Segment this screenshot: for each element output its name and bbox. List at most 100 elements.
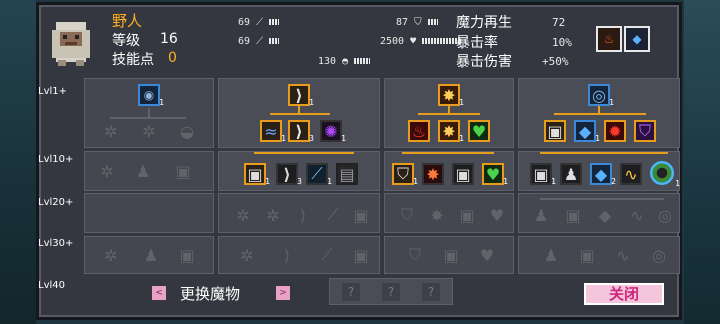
armor-skill-icon[interactable]: ▣ 1 xyxy=(244,163,270,186)
close-button[interactable]: 关闭 xyxy=(584,283,664,305)
locked-skill-icon: ♟ xyxy=(540,244,562,266)
heart-icon: ♥ xyxy=(479,245,495,265)
zigzag-icon: ∿ xyxy=(624,164,638,184)
locked-skill-icon: ▣ xyxy=(350,204,372,226)
flame-icon: ♨ xyxy=(603,32,615,46)
health-value: 2500 xyxy=(380,36,405,47)
crowd-icon: ♟ xyxy=(143,245,159,265)
boot-icon: ◓ xyxy=(342,56,349,67)
change-monster-button[interactable]: < 更换魔物 > xyxy=(150,283,292,303)
slash-skill-icon[interactable]: ⟩ 1 xyxy=(288,84,314,107)
unknown-slots: ? ? ? xyxy=(329,278,453,305)
attack-bar xyxy=(269,19,280,25)
explosion-icon: ✸ xyxy=(430,205,444,225)
shock-skill-icon[interactable]: ∿ xyxy=(620,163,642,185)
claw-slash-icon: ⟩ xyxy=(283,164,291,184)
locked-skill-icon: ♟ xyxy=(530,204,552,226)
aegis-skill-icon[interactable]: ⛉ xyxy=(634,120,656,142)
fist-icon: ▣ xyxy=(247,164,263,184)
level-label: 等级 xyxy=(112,33,140,49)
yeti-portrait-icon xyxy=(52,22,90,66)
fire-skill-icon[interactable]: ♨ xyxy=(408,120,430,142)
health-bar xyxy=(422,38,461,44)
fire-buff-icon[interactable]: ♨ xyxy=(596,26,622,52)
burst-icon: ✹ xyxy=(608,121,622,141)
bulwark-skill-icon[interactable]: ▣ 1 xyxy=(530,163,556,186)
explosion-icon: ✸ xyxy=(426,164,440,184)
locked-skill-icon: ▣ xyxy=(172,160,194,182)
locked-skill-icon: ▣ xyxy=(456,204,478,226)
level-label-20: Lvl20+ xyxy=(38,197,74,208)
locked-skill-icon: ⟩ xyxy=(276,244,298,266)
heal-skill-icon[interactable]: ♥ xyxy=(468,120,490,142)
crit-rate-label: 暴击率 xyxy=(456,35,498,51)
vortex-skill-icon[interactable]: ✺ 1 xyxy=(320,120,346,143)
water-buff-icon[interactable]: ◆ xyxy=(624,26,650,52)
locked-skill-icon: ♥ xyxy=(476,244,498,266)
claw-slash-icon: ⟩ xyxy=(299,205,307,225)
spear-icon: ⟋ xyxy=(321,245,333,264)
guard-skill-icon[interactable]: ⛉ 1 xyxy=(392,163,418,186)
burst-skill-icon[interactable]: ✸ 1 xyxy=(438,84,464,107)
armor-bar xyxy=(427,19,438,25)
vortex-skill-icon[interactable]: 1 xyxy=(650,161,680,188)
zigzag-icon: ∿ xyxy=(630,205,644,225)
crystal-icon: ◆ xyxy=(598,205,612,225)
fist-icon: ▣ xyxy=(565,205,581,225)
armor-value: 87 xyxy=(396,17,409,28)
mana-regen-label: 魔力再生 xyxy=(456,15,512,31)
fist-icon: ▣ xyxy=(353,245,369,265)
armor-stat: 87 ⛉ xyxy=(396,17,438,28)
flame-icon: ♨ xyxy=(411,121,427,141)
ice-skill-icon[interactable]: ◆ 1 xyxy=(574,120,600,143)
fist-icon: ▣ xyxy=(579,245,595,265)
locked-skill-icon: ▣ xyxy=(562,204,584,226)
spear-skill-icon[interactable]: ⟋ 1 xyxy=(306,163,332,186)
tree-connector xyxy=(540,152,668,154)
attack-stat-2: 69 ⟋ xyxy=(238,36,280,47)
heart-icon: ♥ xyxy=(410,36,417,47)
claw-skill-icon[interactable]: ⟩ 3 xyxy=(276,163,302,186)
stone-skill-icon[interactable]: ▤ xyxy=(336,163,358,185)
locked-skill-icon: ♟ xyxy=(140,244,162,266)
shield-icon: ⛉ xyxy=(396,164,409,183)
fist-icon: ▣ xyxy=(547,121,563,141)
blast-skill-icon[interactable]: ✸ xyxy=(422,163,444,185)
skill-branch-1-row3 xyxy=(84,193,214,233)
next-arrow-button[interactable]: > xyxy=(276,286,290,300)
frost-orb-skill-icon[interactable]: ◉ 1 xyxy=(138,84,164,107)
level-label-1: Lvl1+ xyxy=(38,86,68,97)
speed-bar xyxy=(354,58,371,64)
crowd-icon: ♟ xyxy=(563,164,579,184)
unknown-slot-1: ? xyxy=(342,283,360,301)
frost-armor-skill-icon[interactable]: ◆ 2 xyxy=(590,163,616,186)
gear-icon: ✲ xyxy=(240,245,254,265)
wave-icon: ≈ xyxy=(264,121,278,141)
rage-skill-icon[interactable]: ▣ xyxy=(452,163,474,185)
triple-slash-skill-icon[interactable]: ⟩ 3 xyxy=(288,120,314,143)
barrier-skill-icon[interactable]: ◎ 1 xyxy=(588,84,614,107)
cog-icon: ✲ xyxy=(266,205,280,225)
explosion-skill-icon[interactable]: ✸ 1 xyxy=(438,120,464,143)
crowd-icon: ♟ xyxy=(135,161,151,181)
tree-connector xyxy=(110,117,186,119)
crit-damage-value: +50% xyxy=(542,55,569,68)
prev-arrow-button[interactable]: < xyxy=(152,286,166,300)
squad-skill-icon[interactable]: ♟ xyxy=(560,163,582,185)
crowd-icon: ♟ xyxy=(543,245,559,265)
fortify-skill-icon[interactable]: ▣ xyxy=(544,120,566,142)
orb-glyph-icon: ◉ xyxy=(143,88,155,102)
tree-connector xyxy=(540,198,664,200)
locked-skill-icon: ♟ xyxy=(132,160,154,182)
locked-skill-icon: ✲ xyxy=(100,120,122,142)
attack-bar-2 xyxy=(269,38,280,44)
locked-skill-icon: ▣ xyxy=(440,244,462,266)
bubble-icon: ◎ xyxy=(652,245,666,265)
fist-icon: ▣ xyxy=(353,205,369,225)
character-name: 野人 xyxy=(112,12,143,30)
claw-slash-icon: ⟩ xyxy=(295,121,303,141)
change-monster-label: 更换魔物 xyxy=(180,285,241,303)
regen-skill-icon[interactable]: ♥ 1 xyxy=(482,163,508,186)
crimson-skill-icon[interactable]: ✹ xyxy=(604,120,626,142)
dash-skill-icon[interactable]: ≈ 1 xyxy=(260,120,286,143)
